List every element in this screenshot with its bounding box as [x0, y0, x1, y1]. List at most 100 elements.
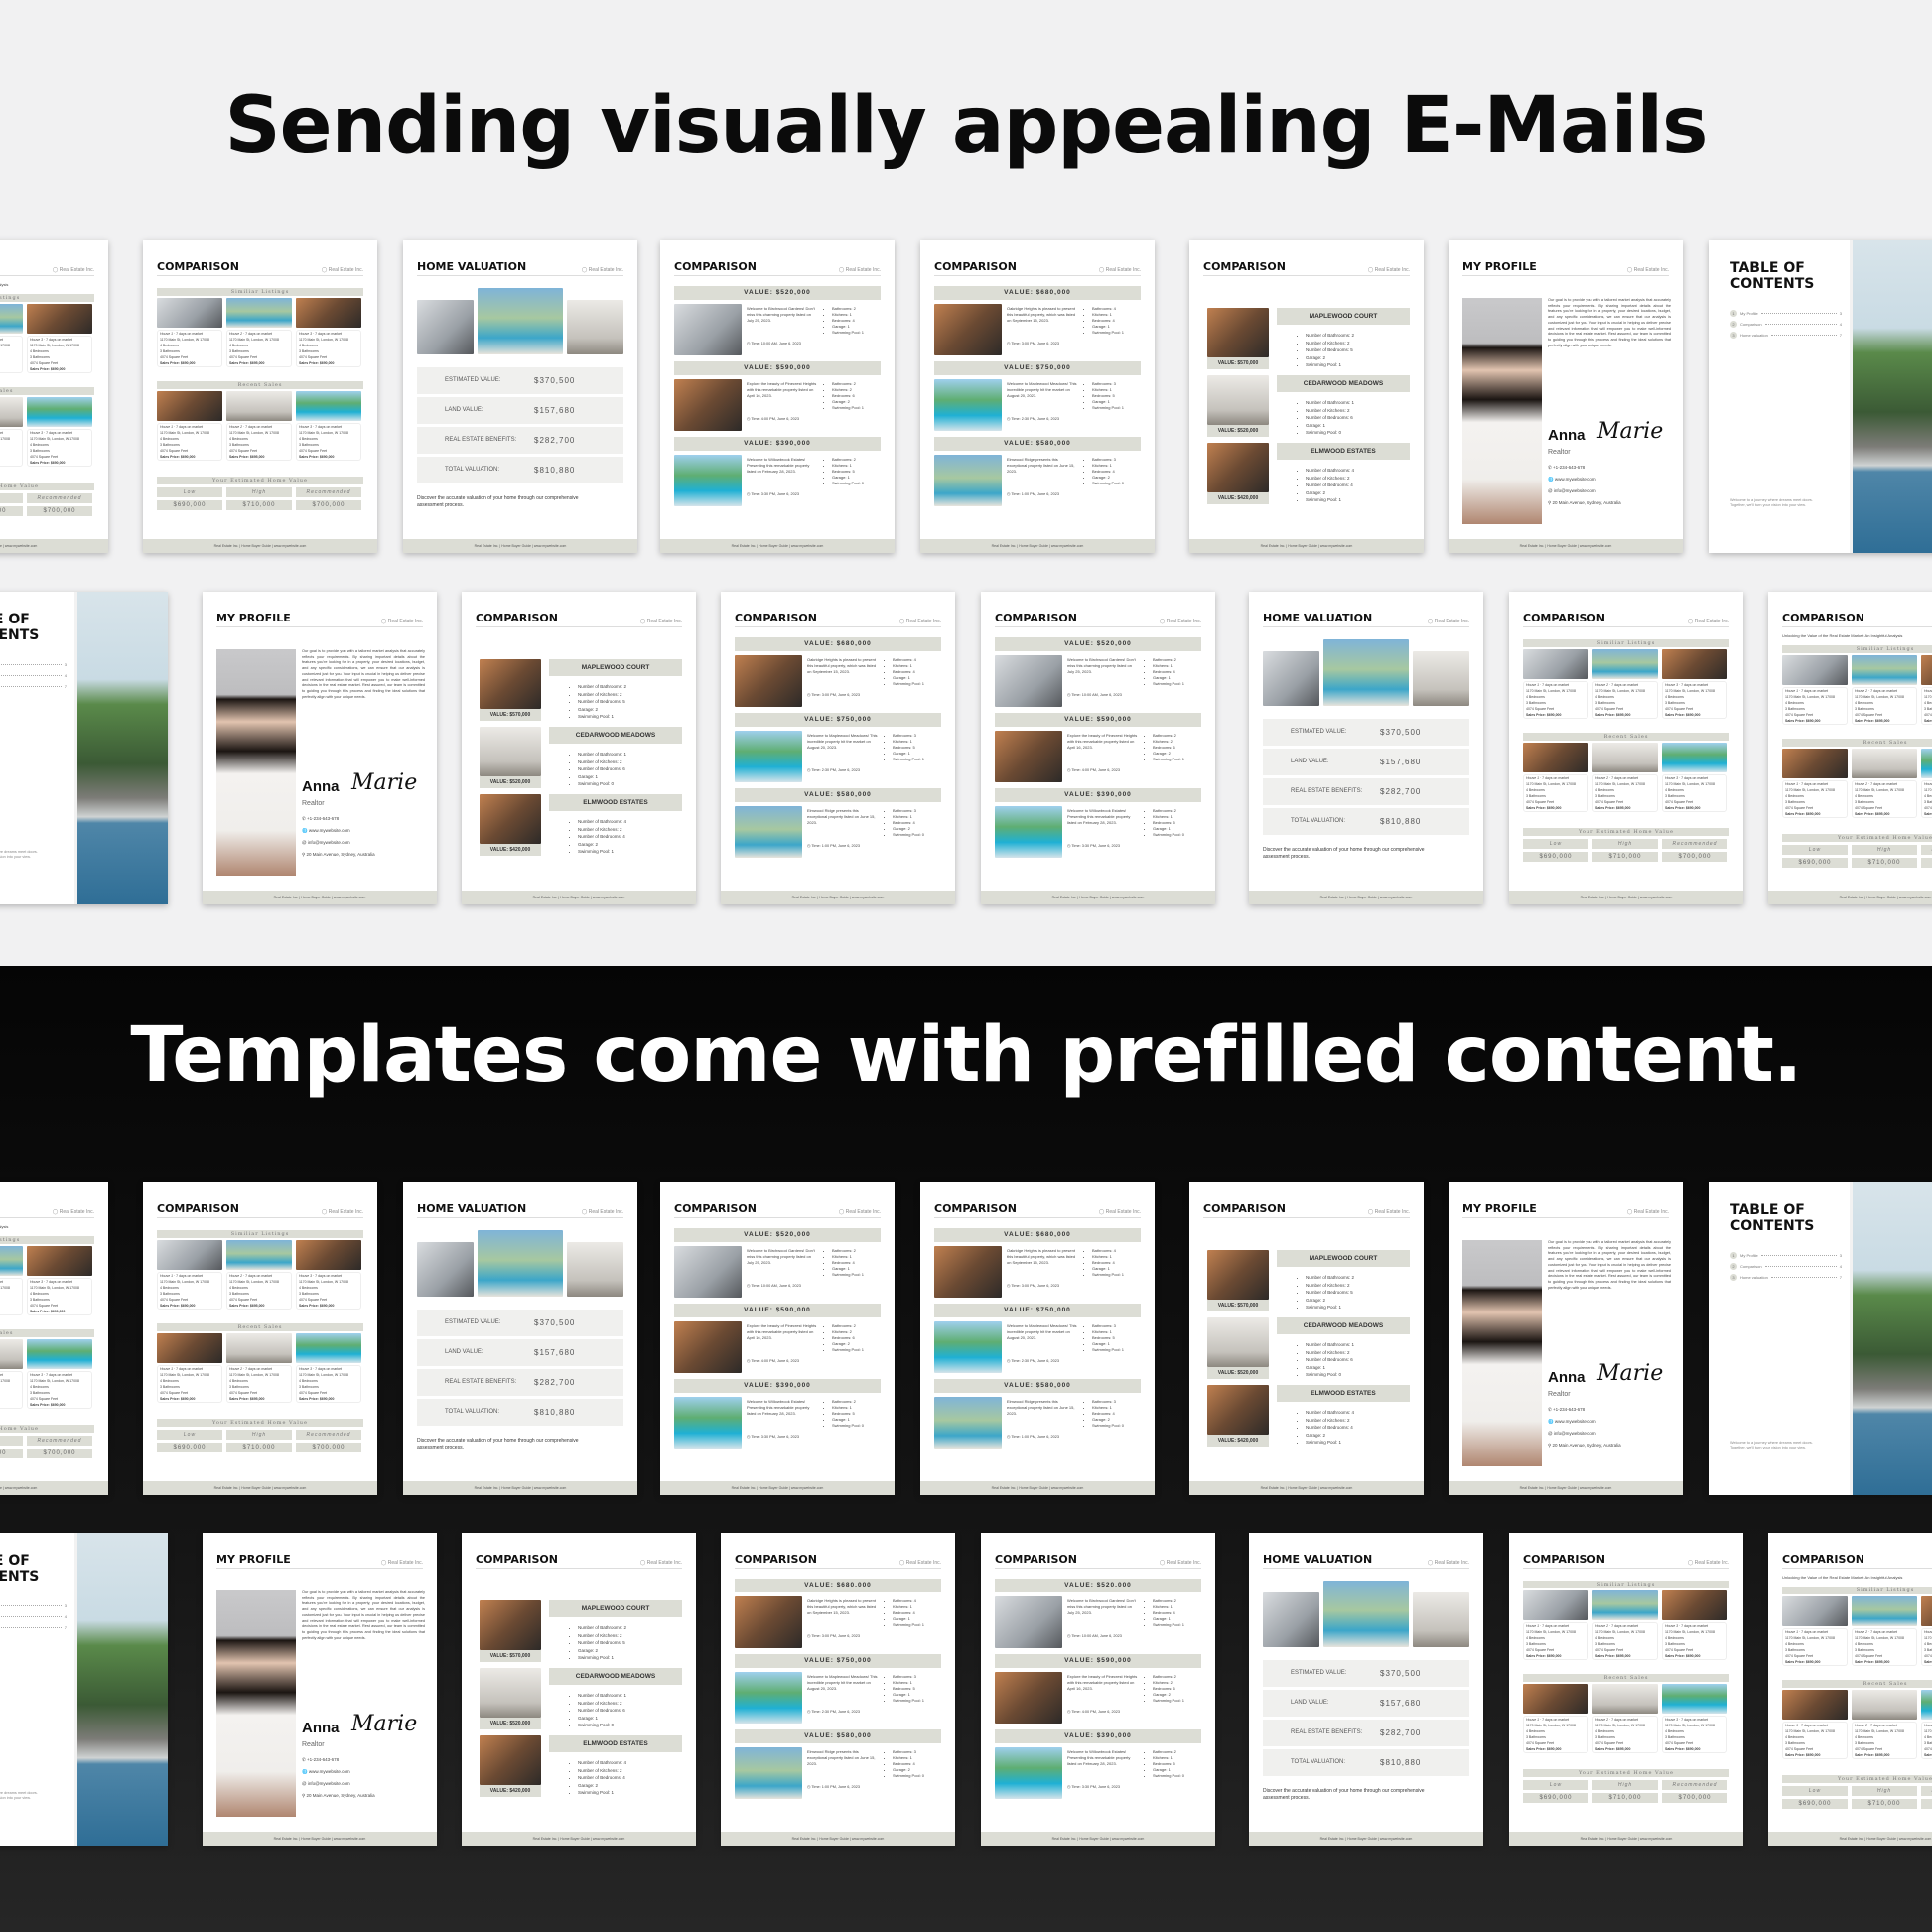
template-card-profile[interactable]: MY PROFILE ◯ Real Estate Inc. Our goal is …: [203, 1533, 437, 1846]
property-description: Welcome to Willowbrook Estates! Presenti…: [1067, 1749, 1131, 1766]
template-card-values-a[interactable]: COMPARISON ◯ Real Estate Inc. VALUE: $520,…: [660, 1182, 895, 1495]
toc-item[interactable]: 3Home valuation7: [0, 683, 67, 690]
estimate-label: Low: [1523, 1780, 1588, 1790]
card-header: MY PROFILE ◯ Real Estate Inc.: [1462, 1202, 1669, 1218]
card-header: HOME VALUATION ◯ Real Estate Inc.: [417, 1202, 623, 1218]
property-value: VALUE: $570,000: [480, 1650, 541, 1662]
listing-photo: [1782, 749, 1848, 778]
template-card-profile[interactable]: MY PROFILE ◯ Real Estate Inc. Our goal is …: [1449, 240, 1683, 553]
template-card-named[interactable]: COMPARISON ◯ Real Estate Inc. VALUE: $570,…: [462, 1533, 696, 1846]
toc-item[interactable]: 1My Profile3: [0, 1602, 67, 1609]
template-card-listings-alt[interactable]: COMPARISON◯ Real Estate Inc. Unlocking th…: [1768, 1533, 1932, 1846]
template-card-valuation[interactable]: HOME VALUATION ◯ Real Estate Inc. ESTIMAT…: [403, 240, 637, 553]
toc-item[interactable]: 1My Profile3: [0, 661, 67, 668]
toc-item[interactable]: 3Home valuation7: [1730, 332, 1842, 339]
property-photo: [480, 1735, 541, 1785]
toc-item[interactable]: 3Home valuation7: [0, 1624, 67, 1631]
template-card-toc[interactable]: TABLE OF CONTENTS 1My Profile3 2Comparison…: [1709, 1182, 1932, 1495]
listing-info: House 1 · 7 days on market 1170 Main St,…: [1782, 687, 1848, 725]
template-card-valuation[interactable]: HOME VALUATION ◯ Real Estate Inc. ESTIMAT…: [1249, 1533, 1483, 1846]
template-card-listings-alt[interactable]: COMPARISON◯ Real Estate Inc. Unlocking th…: [0, 240, 108, 553]
profile-bio: Our goal is to provide you with a tailor…: [302, 1590, 425, 1640]
feature-list: Bathrooms: 2Kitchens: 1Bedrooms: 4Garage…: [825, 306, 864, 336]
estimate-label: High: [1592, 839, 1658, 849]
listing-photo: [157, 391, 222, 421]
card-header: MY PROFILE ◯ Real Estate Inc.: [216, 612, 423, 627]
template-card-listings[interactable]: COMPARISON ◯ Real Estate Inc. Similiar Lis…: [143, 240, 377, 553]
template-card-values-b[interactable]: COMPARISON ◯ Real Estate Inc. VALUE: $680,…: [721, 592, 955, 904]
property-value: VALUE: $570,000: [1207, 357, 1269, 369]
listing-info: House 3 · 7 days on market 1170 Main St,…: [27, 1371, 92, 1409]
template-card-values-b[interactable]: COMPARISON ◯ Real Estate Inc. VALUE: $680,…: [721, 1533, 955, 1846]
viewing-time: ◷ Time: 1:00 PM, June 6, 2023: [1007, 492, 1059, 496]
listing-photo: [1523, 743, 1588, 772]
logo-icon: ◯: [1367, 1209, 1375, 1215]
toc-item[interactable]: 2Comparison4: [0, 1613, 67, 1620]
template-card-listings[interactable]: COMPARISON ◯ Real Estate Inc. Similiar Lis…: [1509, 592, 1743, 904]
template-card-listings-alt[interactable]: COMPARISON◯ Real Estate Inc. Unlocking th…: [0, 1182, 108, 1495]
section-bar: Recent Sales: [157, 1323, 363, 1331]
card-header: COMPARISON ◯ Real Estate Inc.: [1203, 1202, 1410, 1218]
estimate-value: $700,000: [27, 506, 92, 516]
property-photo: [674, 1321, 742, 1373]
feature-list: Bathrooms: 2Kitchens: 1Bedrooms: 5Garage…: [1146, 1749, 1184, 1779]
template-card-profile[interactable]: MY PROFILE ◯ Real Estate Inc. Our goal is …: [1449, 1182, 1683, 1495]
card-footer: Real Estate Inc. | Home Buyer Guide | ww…: [203, 891, 437, 904]
template-card-toc[interactable]: TABLE OF CONTENTS 1My Profile3 2Comparison…: [0, 1533, 168, 1846]
toc-item[interactable]: 2Comparison4: [1730, 1263, 1842, 1270]
globe-icon: 🌐: [302, 1769, 309, 1774]
estimate-value: $700,000: [1921, 1799, 1932, 1809]
template-card-toc[interactable]: TABLE OF CONTENTS 1My Profile3 2Comparison…: [0, 592, 168, 904]
card-title: COMPARISON: [934, 260, 1017, 273]
feature-list: Number of Bathrooms: 4Number of Kitchens…: [1299, 1409, 1354, 1447]
card-title: HOME VALUATION: [417, 260, 527, 273]
template-card-valuation[interactable]: HOME VALUATION ◯ Real Estate Inc. ESTIMAT…: [1249, 592, 1483, 904]
listing-photo: [157, 1240, 222, 1270]
template-card-profile[interactable]: MY PROFILE ◯ Real Estate Inc. Our goal is …: [203, 592, 437, 904]
template-card-toc[interactable]: TABLE OF CONTENTS 1My Profile3 2Comparison…: [1709, 240, 1932, 553]
template-card-values-b[interactable]: COMPARISON ◯ Real Estate Inc. VALUE: $680,…: [920, 240, 1155, 553]
card-footer: Real Estate Inc. | Home Buyer Guide | ww…: [0, 539, 108, 553]
template-card-named[interactable]: COMPARISON ◯ Real Estate Inc. VALUE: $570,…: [1189, 1182, 1424, 1495]
toc-item[interactable]: 1My Profile3: [1730, 1252, 1842, 1259]
toc-item[interactable]: 2Comparison4: [0, 672, 67, 679]
template-card-values-a[interactable]: COMPARISON ◯ Real Estate Inc. VALUE: $520,…: [981, 592, 1215, 904]
realtor-role: Realtor: [302, 1741, 325, 1748]
logo-icon: ◯: [1098, 1209, 1106, 1215]
estimate-label: High: [1592, 1780, 1658, 1790]
template-card-named[interactable]: COMPARISON ◯ Real Estate Inc. VALUE: $570,…: [1189, 240, 1424, 553]
card-footer: Real Estate Inc. | Home Buyer Guide | ww…: [203, 1832, 437, 1846]
estimate-value: $710,000: [1852, 1799, 1917, 1809]
house-photo: [478, 288, 563, 354]
template-card-values-b[interactable]: COMPARISON ◯ Real Estate Inc. VALUE: $680,…: [920, 1182, 1155, 1495]
toc-item[interactable]: 1My Profile3: [1730, 310, 1842, 317]
template-card-named[interactable]: COMPARISON ◯ Real Estate Inc. VALUE: $570,…: [462, 592, 696, 904]
estimate-label: Recommended: [1662, 839, 1727, 849]
template-card-values-a[interactable]: COMPARISON ◯ Real Estate Inc. VALUE: $520,…: [660, 240, 895, 553]
template-card-listings[interactable]: COMPARISON ◯ Real Estate Inc. Similiar Lis…: [143, 1182, 377, 1495]
listing-info: House 2 · 7 days on market 1170 Main St,…: [1852, 1628, 1917, 1666]
estimate-label: High: [226, 1430, 292, 1440]
property-description: Elmwood Ridge presents this exceptional …: [1007, 1399, 1075, 1416]
card-footer: Real Estate Inc. | Home Buyer Guide | ww…: [1189, 1481, 1424, 1495]
listing-info: House 3 · 7 days on market 1170 Main St,…: [27, 429, 92, 467]
listing-photo: [1782, 1596, 1848, 1626]
realtor-photo: [1462, 298, 1542, 524]
template-card-valuation[interactable]: HOME VALUATION ◯ Real Estate Inc. ESTIMAT…: [403, 1182, 637, 1495]
feature-list: Bathrooms: 4Kitchens: 1Bedrooms: 4Garage…: [1085, 306, 1124, 336]
feature-list: Number of Bathrooms: 2Number of Kitchens…: [571, 1624, 626, 1662]
property-value: VALUE: $520,000: [480, 776, 541, 788]
template-card-values-a[interactable]: COMPARISON ◯ Real Estate Inc. VALUE: $520,…: [981, 1533, 1215, 1846]
listing-info: House 1 · 7 days on market 1170 Main St,…: [1782, 780, 1848, 818]
contact-email: @ info@mywebsite.com: [1548, 1431, 1596, 1436]
viewing-time: ◷ Time: 10:00 AM, June 6, 2023: [747, 342, 801, 345]
toc-item[interactable]: 3Home valuation7: [1730, 1274, 1842, 1281]
feature-list: Number of Bathrooms: 2Number of Kitchens…: [1299, 332, 1354, 369]
listing-photo: [296, 298, 361, 328]
viewing-time: ◷ Time: 10:00 AM, June 6, 2023: [1067, 693, 1122, 697]
template-card-listings-alt[interactable]: COMPARISON◯ Real Estate Inc. Unlocking th…: [1768, 592, 1932, 904]
viewing-time: ◷ Time: 4:00 PM, June 6, 2023: [1067, 1710, 1120, 1714]
toc-item[interactable]: 2Comparison4: [1730, 321, 1842, 328]
card-footer: Real Estate Inc. | Home Buyer Guide | ww…: [1449, 539, 1683, 553]
template-card-listings[interactable]: COMPARISON ◯ Real Estate Inc. Similiar Lis…: [1509, 1533, 1743, 1846]
